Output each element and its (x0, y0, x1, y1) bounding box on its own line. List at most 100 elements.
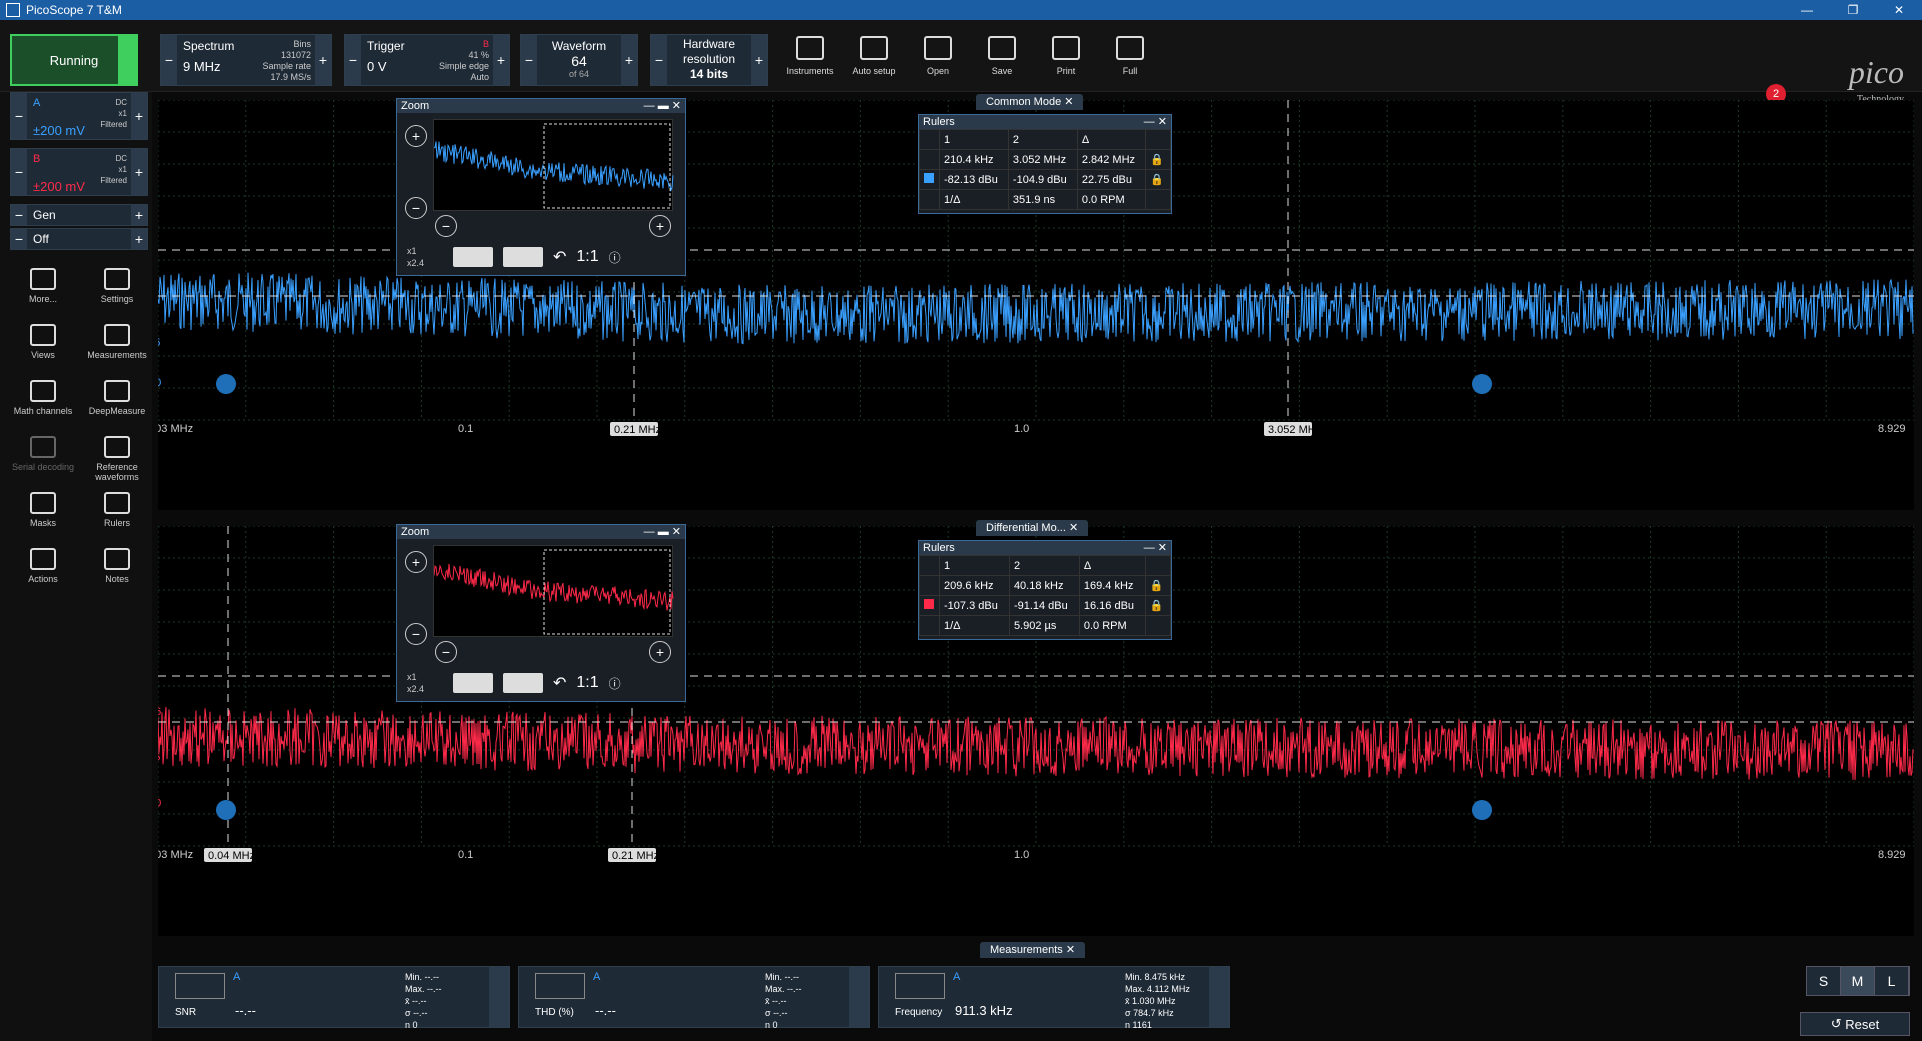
scroll-left-icon[interactable] (216, 800, 236, 820)
gen-decrease-button[interactable]: − (11, 205, 27, 225)
measurements-tab[interactable]: Measurements ✕ (980, 942, 1086, 958)
trigger-decrease-button[interactable]: − (345, 35, 361, 85)
lock-icon[interactable]: 🔒 (1145, 149, 1171, 170)
zoom-h-out-button[interactable]: − (435, 215, 457, 237)
auto-setup-button[interactable]: Auto setup (844, 36, 904, 92)
masks-button[interactable]: Masks (8, 492, 78, 528)
zoom-region[interactable] (543, 123, 671, 209)
full-screen-button[interactable]: Full (1100, 36, 1160, 92)
spectrum-decrease-button[interactable]: − (161, 35, 177, 85)
zoom-undo-icon-2[interactable]: ↶ (553, 673, 566, 693)
ruler-x-tag[interactable]: 0.21 MHz (614, 424, 661, 436)
restore-button[interactable]: ❐ (1830, 3, 1876, 17)
snr-measurement[interactable]: A SNR --.-- Min. --.-- Max. --.-- x̄ --.--… (158, 966, 510, 1030)
zoom-in-button-2[interactable]: + (405, 551, 427, 573)
rulers-close-icon-2[interactable]: — ✕ (1144, 541, 1171, 555)
zoom-info-icon-2[interactable]: ⓘ (609, 675, 621, 692)
actions-button[interactable]: Actions (8, 548, 78, 584)
gen-increase-button[interactable]: + (131, 205, 147, 225)
lock-icon[interactable]: 🔒 (1144, 595, 1172, 616)
save-button[interactable]: Save (972, 36, 1032, 92)
zoom-preview[interactable] (433, 119, 674, 211)
scroll-left-icon[interactable] (216, 374, 236, 394)
views-button[interactable]: Views (8, 324, 78, 360)
gen-state-increase-button[interactable]: + (131, 229, 147, 249)
more-button[interactable]: More... (8, 268, 78, 304)
minimize-button[interactable]: — (1784, 3, 1830, 17)
zoom-h-out-button-2[interactable]: − (435, 641, 457, 663)
zoom-reset-button[interactable]: 1:1 (576, 248, 598, 266)
differential-mode-tab[interactable]: Differential Mo... ✕ (976, 520, 1089, 536)
zoom-close-icon[interactable]: — ▬ ✕ (644, 99, 681, 113)
frequency-measurement[interactable]: A Frequency 911.3 kHz Min. 8.475 kHz Max.… (878, 966, 1230, 1030)
hardware-value[interactable]: 14 bits (673, 67, 745, 82)
lock-icon[interactable]: 🔒 (1145, 169, 1171, 190)
trash-icon[interactable] (849, 967, 869, 1027)
zoom-h-in-button[interactable]: + (649, 215, 671, 237)
settings-button[interactable]: Settings (82, 268, 152, 304)
size-m-button[interactable]: M (1841, 967, 1875, 995)
print-button[interactable]: Print (1036, 36, 1096, 92)
waveform-prev-button[interactable]: − (521, 35, 537, 85)
zoom-preview-2[interactable] (433, 545, 674, 637)
zoom-hand-tool-2[interactable] (503, 673, 543, 693)
size-s-button[interactable]: S (1807, 967, 1841, 995)
scroll-right-icon[interactable] (1472, 374, 1492, 394)
zoom-header-2[interactable]: Zoom — ▬ ✕ (397, 525, 685, 539)
open-button[interactable]: Open (908, 36, 968, 92)
ruler-x-tag[interactable]: 3.052 MHz (1268, 424, 1321, 436)
scroll-right-icon[interactable] (1472, 800, 1492, 820)
zoom-undo-icon[interactable]: ↶ (553, 247, 566, 267)
zoom-magnify-tool[interactable] (453, 247, 493, 267)
measurements-button[interactable]: Measurements (82, 324, 152, 360)
rulers-panel-top[interactable]: Rulers — ✕ 12Δ 210.4 kHz 3.052 MHz 2.842 MH… (918, 114, 1172, 214)
zoom-magnify-tool-2[interactable] (453, 673, 493, 693)
math-channels-button[interactable]: Math channels (8, 380, 78, 416)
zoom-close-icon-2[interactable]: — ▬ ✕ (644, 525, 681, 539)
rulers-header[interactable]: Rulers — ✕ (919, 115, 1171, 129)
zoom-reset-button-2[interactable]: 1:1 (576, 674, 598, 692)
resolution-decrease-button[interactable]: − (651, 35, 667, 85)
gen-state[interactable]: Off (27, 229, 131, 249)
thd-measurement[interactable]: A THD (%) --.-- Min. --.-- Max. --.-- x̄ -… (518, 966, 870, 1030)
trash-icon[interactable] (489, 967, 509, 1027)
waveform-value[interactable]: 64 (543, 53, 615, 69)
zoom-out-button-2[interactable]: − (405, 623, 427, 645)
channel-a-increase-button[interactable]: + (131, 93, 147, 139)
close-button[interactable]: ✕ (1876, 3, 1922, 17)
zoom-hand-tool[interactable] (503, 247, 543, 267)
resolution-increase-button[interactable]: + (751, 35, 767, 85)
zoom-info-icon[interactable]: ⓘ (609, 249, 621, 266)
channel-b-decrease-button[interactable]: − (11, 149, 27, 195)
ruler-x-tag[interactable]: 0.04 MHz (208, 850, 255, 862)
trash-icon[interactable] (1209, 967, 1229, 1027)
zoom-header[interactable]: Zoom — ▬ ✕ (397, 99, 685, 113)
rulers-header-2[interactable]: Rulers — ✕ (919, 541, 1171, 555)
reset-button[interactable]: ↺ Reset (1800, 1012, 1910, 1036)
gen-label[interactable]: Gen (27, 205, 131, 225)
reference-waveforms-button[interactable]: Reference waveforms (82, 436, 152, 482)
zoom-out-button[interactable]: − (405, 197, 427, 219)
deepmeasure-button[interactable]: DeepMeasure (82, 380, 152, 416)
instruments-button[interactable]: Instruments (780, 36, 840, 92)
spectrum-increase-button[interactable]: + (315, 35, 331, 85)
common-mode-tab[interactable]: Common Mode ✕ (976, 94, 1084, 110)
zoom-region[interactable] (543, 549, 671, 635)
size-l-button[interactable]: L (1875, 967, 1909, 995)
notes-button[interactable]: Notes (82, 548, 152, 584)
rulers-button[interactable]: Rulers (82, 492, 152, 528)
channel-b-increase-button[interactable]: + (131, 149, 147, 195)
lock-icon[interactable]: 🔒 (1144, 575, 1172, 596)
channel-a-decrease-button[interactable]: − (11, 93, 27, 139)
run-stop-button[interactable]: Running (10, 34, 138, 86)
trigger-increase-button[interactable]: + (493, 35, 509, 85)
gen-state-decrease-button[interactable]: − (11, 229, 27, 249)
zoom-h-in-button-2[interactable]: + (649, 641, 671, 663)
ruler-x-tag[interactable]: 0.21 MHz (612, 850, 659, 862)
rulers-close-icon[interactable]: — ✕ (1144, 115, 1171, 129)
rulers-panel-bottom[interactable]: Rulers — ✕ 12Δ 209.6 kHz 40.18 kHz 169.4 kH… (918, 540, 1172, 640)
waveform-next-button[interactable]: + (621, 35, 637, 85)
zoom-window-bottom[interactable]: Zoom — ▬ ✕ + − − + x1 x2.4 ↶ 1:1 ⓘ (396, 524, 686, 702)
zoom-in-button[interactable]: + (405, 125, 427, 147)
serial-decoding-button[interactable]: Serial decoding (8, 436, 78, 472)
